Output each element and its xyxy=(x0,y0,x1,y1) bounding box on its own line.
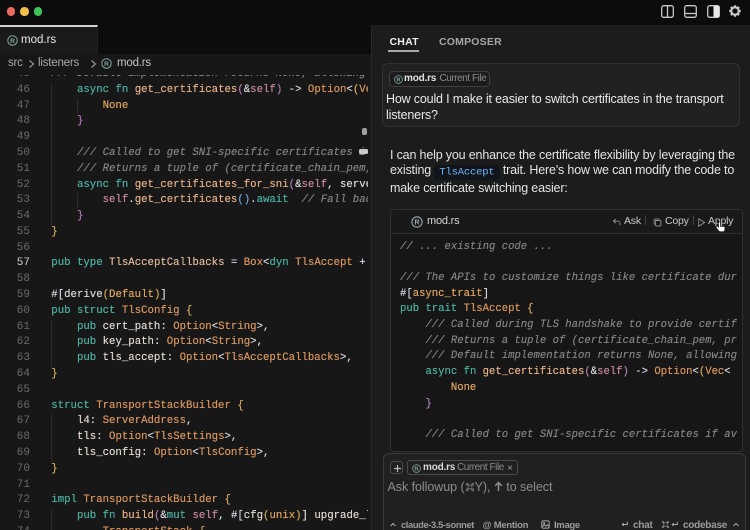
svg-text:R: R xyxy=(10,38,15,45)
svg-text:R: R xyxy=(414,466,418,472)
svg-text:R: R xyxy=(396,77,400,83)
svg-text:R: R xyxy=(414,218,420,227)
svg-text:R: R xyxy=(104,61,109,68)
